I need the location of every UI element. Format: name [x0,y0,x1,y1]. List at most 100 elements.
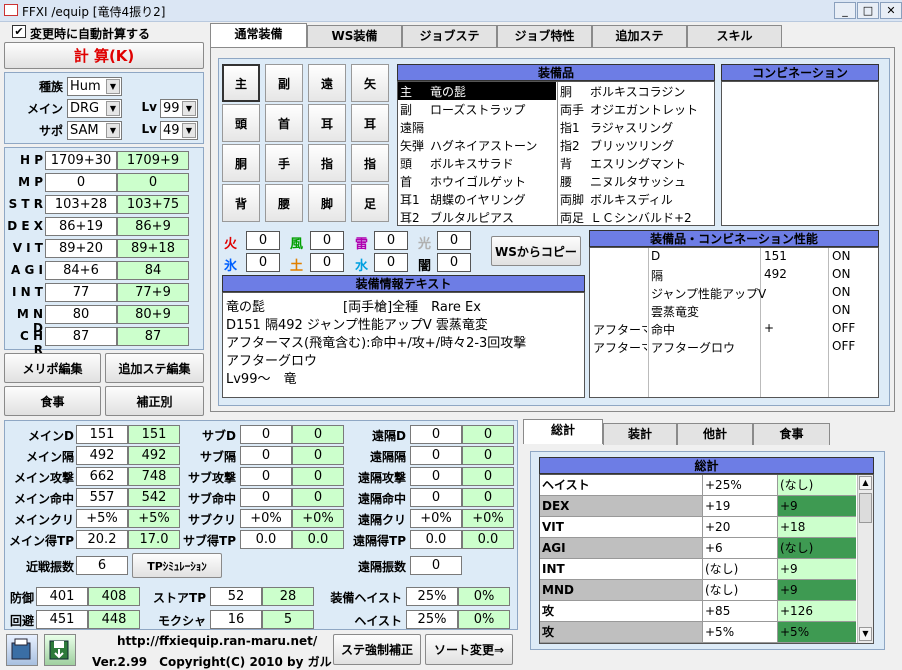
open-file-icon[interactable] [6,634,38,666]
info-line: アフターグロウ [226,354,318,369]
summary-stat-equip: (なし) [703,580,778,601]
tab-job-stats[interactable]: ジョブステ [402,25,497,47]
slot-neck-button[interactable]: 首 [265,104,303,142]
slot-waist-button[interactable]: 腰 [265,184,303,222]
sort-change-button[interactable]: ソート変更⇒ [425,634,513,665]
summary-stat-name: VIT [540,517,703,538]
ranged-stat-label: 遠隔クリ [357,513,406,527]
performance-list: D 151 ON 隔 492 ON ジャンプ性能アップV ON 雲蒸竜変 ON アフターマ命… [589,247,879,398]
auto-calc-checkbox[interactable]: ✔ [12,25,26,38]
slot-legs-button[interactable]: 脚 [308,184,346,222]
sub-lv-select[interactable]: 49 ▼ [160,121,198,140]
food-button[interactable]: 食事 [4,386,101,416]
tab-ws-equip[interactable]: WS装備 [307,25,402,47]
equip-item-name[interactable]: ニヌルタサッシュ [590,173,686,190]
perf-value: 151 [764,249,787,263]
equip-item-name[interactable]: ボルキスサラド [430,155,514,172]
slot-head-button[interactable]: 頭 [222,104,260,142]
tab-extra-stats[interactable]: 追加ステ [592,25,687,47]
slot-sub-button[interactable]: 副 [265,64,303,102]
stat-total-value: 87 [117,327,189,346]
tab-job-traits[interactable]: ジョブ特性 [497,25,592,47]
summary-scrollbar[interactable]: ▲ ▼ [857,475,873,643]
defense-label: 防御 [9,591,34,605]
close-button[interactable]: ✕ [880,2,902,19]
perf-toggle[interactable]: OFF [832,321,855,335]
maximize-button[interactable]: □ [857,2,879,19]
slot-ranged-button[interactable]: 遠 [308,64,346,102]
slot-ammo-button[interactable]: 矢 [351,64,389,102]
slot-body-button[interactable]: 胴 [222,144,260,182]
equip-item-name[interactable]: ＬＣシンバルド+2 [590,209,692,226]
summary-stat-name: 攻 [540,601,703,622]
chevron-down-icon: ▼ [182,123,196,138]
slot-ear1-button[interactable]: 耳 [308,104,346,142]
slot-back-button[interactable]: 背 [222,184,260,222]
tab-summary-total[interactable]: 総計 [523,419,603,444]
main-stat-label: メイン隔 [25,450,74,464]
slot-hands-button[interactable]: 手 [265,144,303,182]
combination-header: コンビネーション [721,64,879,81]
perf-toggle[interactable]: OFF [832,339,855,353]
equip-slot-label: 両脚 [560,193,585,207]
sub-stat-value: 0 [240,446,292,465]
slot-feet-button[interactable]: 足 [351,184,389,222]
earth-value: 0 [310,253,344,272]
main-job-select[interactable]: DRG ▼ [67,99,122,118]
stat-base-value: 89+20 [45,239,117,258]
slot-ring2-button[interactable]: 指 [351,144,389,182]
scroll-up-icon[interactable]: ▲ [859,476,872,490]
sub-stat-label: サブ攻撃 [187,471,236,485]
equip-item-name[interactable]: オジエガントレット [590,101,698,118]
merit-edit-button[interactable]: メリポ編集 [4,353,101,383]
sub-job-value: SAM [70,123,99,138]
extra-stats-edit-button[interactable]: 追加ステ編集 [105,353,204,383]
main-stat-value: 151 [76,425,128,444]
race-select[interactable]: Hum ▼ [67,77,122,96]
combination-list[interactable] [721,81,879,226]
equip-item-name[interactable]: エスリングマント [590,155,686,172]
tab-summary-food[interactable]: 食事 [753,423,830,445]
minimize-button[interactable]: _ [834,2,856,19]
summary-stat-equip: +5% [703,622,778,643]
equip-item-name[interactable]: 胡蝶のイヤリング [430,191,526,208]
tab-skills[interactable]: スキル [687,25,782,47]
equip-item-name[interactable]: ホウイゴルゲット [430,173,526,190]
stat-label: D E X [7,219,43,233]
tab-summary-other[interactable]: 他計 [677,423,753,445]
calculate-button[interactable]: 計 算(K) [4,42,204,69]
equip-item-name[interactable]: ボルキスコラジン [590,83,685,100]
website-url[interactable]: http://ffxiequip.ran-maru.net/ [117,634,317,648]
perf-toggle[interactable]: ON [832,285,850,299]
scroll-down-icon[interactable]: ▼ [859,627,872,641]
equip-item-name[interactable]: 竜の髭 [430,83,466,100]
perf-source: アフターマ [593,323,647,337]
tab-summary-equip[interactable]: 装計 [603,423,677,445]
copy-from-ws-button[interactable]: WSからコピー [491,236,581,266]
perf-toggle[interactable]: ON [832,267,850,281]
equip-slot-label: 耳1 [400,193,420,207]
bonus-breakdown-button[interactable]: 補正別 [105,386,204,416]
tab-normal-equip[interactable]: 通常装備 [210,23,307,48]
stat-label: H P [19,153,43,167]
slot-main-button[interactable]: 主 [222,64,260,102]
equip-item-name[interactable]: ハグネイアストーン [430,137,537,154]
save-file-icon[interactable] [44,634,76,666]
equip-item-name[interactable]: ラジャスリング [590,119,673,136]
summary-stat-name: INT [540,559,703,580]
sub-job-select[interactable]: SAM ▼ [67,121,122,140]
perf-divider [828,248,829,397]
equip-item-name[interactable]: ボルキスディル [590,191,673,208]
perf-toggle[interactable]: ON [832,249,850,263]
equip-item-name[interactable]: ブルタルピアス [430,209,514,226]
slot-ear2-button[interactable]: 耳 [351,104,389,142]
equip-slot-label: 頭 [400,157,413,171]
tp-simulation-button[interactable]: TPｼﾐｭﾚｰｼｮﾝ [132,553,222,578]
scroll-thumb[interactable] [859,493,872,523]
equip-item-name[interactable]: ローズストラップ [430,101,525,118]
perf-toggle[interactable]: ON [832,303,850,317]
main-lv-select[interactable]: 99 ▼ [160,99,198,118]
slot-ring1-button[interactable]: 指 [308,144,346,182]
force-stat-correction-button[interactable]: ステ強制補正 [333,634,421,665]
equip-item-name[interactable]: ブリッツリング [590,137,674,154]
